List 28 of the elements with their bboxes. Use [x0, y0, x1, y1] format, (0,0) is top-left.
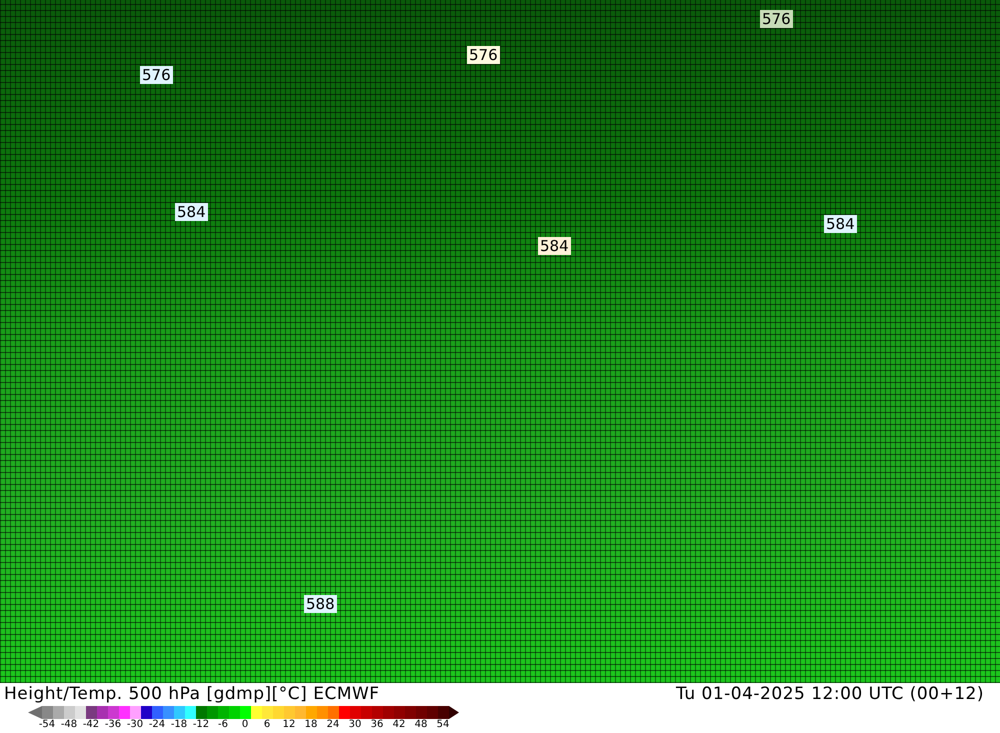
- tick-label: -18: [170, 719, 188, 731]
- valid-time: Tu 01-04-2025 12:00 UTC (00+12): [676, 683, 984, 705]
- tick-label: 36: [370, 719, 384, 731]
- tick-label: -48: [60, 719, 78, 731]
- tick-label: 24: [326, 719, 340, 731]
- contour-label: 576: [140, 66, 173, 84]
- contour-label: 576: [760, 10, 793, 28]
- map-title: Height/Temp. 500 hPa [gdmp][°C] ECMWF: [4, 683, 380, 705]
- contour-label: 584: [175, 203, 208, 221]
- tick-label: 18: [304, 719, 318, 731]
- tick-label: -54: [38, 719, 56, 731]
- contour-label: 584: [824, 215, 857, 233]
- tick-label: -12: [192, 719, 210, 731]
- tick-label: -42: [82, 719, 100, 731]
- contour-label: 576: [467, 46, 500, 64]
- tick-label: 30: [348, 719, 362, 731]
- contour-label: 584: [538, 237, 571, 255]
- tick-label: 42: [392, 719, 406, 731]
- tick-label: 12: [282, 719, 296, 731]
- tick-label: -24: [148, 719, 166, 731]
- tick-label: -36: [104, 719, 122, 731]
- tick-label: 48: [414, 719, 428, 731]
- tick-label: 0: [240, 719, 250, 731]
- tick-label: -30: [126, 719, 144, 731]
- tick-label: -6: [217, 719, 229, 731]
- tick-label: 54: [436, 719, 450, 731]
- tick-label: 6: [262, 719, 272, 731]
- contour-label: 588: [304, 595, 337, 613]
